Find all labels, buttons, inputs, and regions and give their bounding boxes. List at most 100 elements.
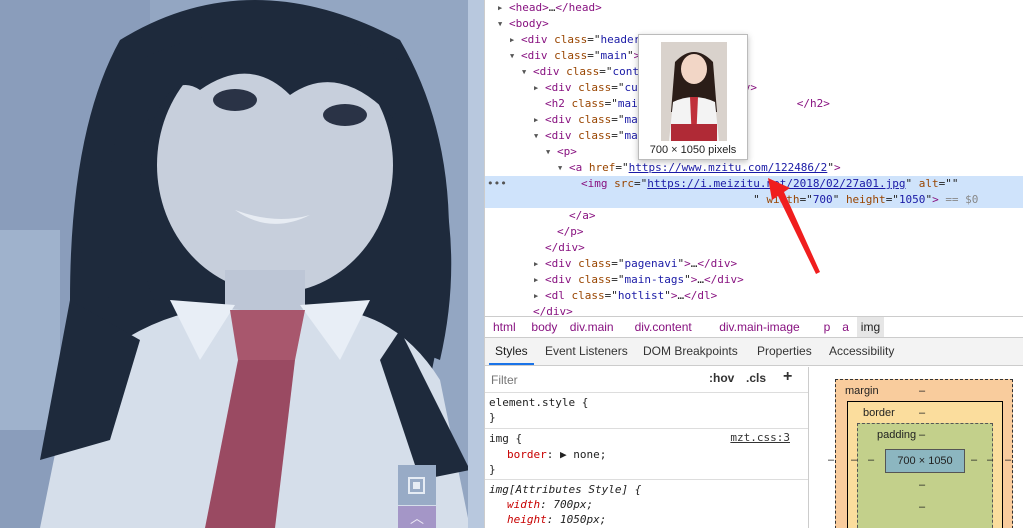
padding-top-value: – <box>919 429 926 441</box>
annotation-arrow <box>768 178 820 274</box>
border-value: ▶ none; <box>560 448 607 461</box>
collapse-arrow-icon[interactable]: ▼ <box>522 64 526 80</box>
image-preview-thumbnail <box>661 42 727 141</box>
dom-node-markup: <head>…</head> <box>509 1 602 14</box>
dom-node-markup: <div class="main"> <box>521 49 641 62</box>
breadcrumb-item[interactable]: a <box>838 317 853 337</box>
img-rule-close: } <box>489 463 496 476</box>
dom-node[interactable]: ▶ <div class="main-tags">…</div> <box>485 272 1023 288</box>
margin-top-value: – <box>919 385 926 397</box>
element-style-close: } <box>489 411 496 424</box>
breadcrumb: html body div.main div.content div.main-imag… <box>485 316 1023 338</box>
collapse-arrow-icon[interactable]: ▼ <box>534 128 538 144</box>
margin-right-value: – <box>1005 454 1012 466</box>
border-property: border <box>507 448 547 461</box>
img-rule-selector[interactable]: img { <box>489 431 522 446</box>
element-style-selector[interactable]: element.style { <box>489 395 588 410</box>
border-top-value: – <box>919 407 926 419</box>
img-rule-border-decl[interactable]: border: ▶ none; <box>507 447 606 462</box>
attributes-style-selector: img[Attributes Style] { <box>489 483 642 496</box>
styles-pane: :hov .cls + element.style { } img { mzt.… <box>485 367 809 528</box>
class-toggle[interactable]: .cls <box>746 371 766 385</box>
dom-node[interactable]: <h2 class="main-title"> </h2> <box>485 96 1023 112</box>
collapse-arrow-icon[interactable]: ▼ <box>558 160 562 176</box>
dom-node-markup: </a> <box>569 209 596 222</box>
expand-arrow-icon[interactable]: ▶ <box>534 288 538 304</box>
img-rule-source-link[interactable]: mzt.css:3 <box>730 431 790 444</box>
node-actions-ellipsis[interactable]: ••• <box>487 176 507 192</box>
hover-state-toggle[interactable]: :hov <box>709 371 734 385</box>
elements-dom-tree[interactable]: ▶ <head>…</head> ▼ <body> ▶ <div class="heade… <box>485 0 1023 316</box>
expand-arrow-icon[interactable]: ▶ <box>534 80 538 96</box>
box-model-content[interactable]: 700 × 1050 <box>885 449 965 473</box>
dom-node-markup: <div class="main-tags">…</div> <box>545 273 744 286</box>
dom-node[interactable]: ▶ <head>…</head> <box>485 0 1023 16</box>
dom-node-markup: <p> <box>557 145 577 158</box>
breadcrumb-item[interactable]: div.main-image <box>715 317 803 337</box>
margin-left-value: – <box>828 454 835 466</box>
dom-node-markup: </div> <box>545 241 585 254</box>
expand-arrow-icon[interactable]: ▶ <box>534 112 538 128</box>
dom-node[interactable]: ▼<div class="content"> <box>485 64 1023 80</box>
width-value: 700px; <box>553 498 594 511</box>
border-left-value: – <box>851 454 858 466</box>
dom-node[interactable]: ▶<div class="header">…</div> <box>485 32 1023 48</box>
breadcrumb-item[interactable]: img <box>856 317 885 337</box>
border-label: border <box>863 407 895 419</box>
tab-dom-breakpoints[interactable]: DOM Breakpoints <box>637 338 744 365</box>
collapse-arrow-icon[interactable]: ▼ <box>546 144 550 160</box>
dom-node[interactable]: </p> <box>485 224 1023 240</box>
expand-arrow-icon[interactable]: ▶ <box>534 256 538 272</box>
padding-left-value: – <box>868 454 875 466</box>
chevron-up-icon: ︿ <box>410 511 424 527</box>
page-side-strip <box>468 0 484 528</box>
qrcode-icon <box>408 477 425 494</box>
highlighted-photo <box>0 0 484 528</box>
height-value: 1050px; <box>560 513 607 526</box>
dom-node[interactable]: ▶<div class="main-meta">…</div> <box>485 112 1023 128</box>
expand-arrow-icon[interactable]: ▶ <box>510 32 514 48</box>
collapse-arrow-icon[interactable]: ▼ <box>510 48 514 64</box>
box-model-diagram: 700 × 1050 margin – border – padding – –… <box>825 367 1023 528</box>
qrcode-button[interactable] <box>398 465 436 505</box>
breadcrumb-item[interactable]: html <box>489 317 520 337</box>
height-property: height <box>507 513 547 526</box>
dom-node[interactable]: ▼ <p> <box>485 144 1023 160</box>
breadcrumb-item[interactable]: body <box>527 317 561 337</box>
dom-node[interactable]: </div> <box>485 240 1023 256</box>
padding-label: padding <box>877 429 917 441</box>
attr-height-decl: height: 1050px; <box>507 513 607 526</box>
tab-properties[interactable]: Properties <box>751 338 818 365</box>
dom-node-selected[interactable]: •••<img src="https://i.meizitu.net/2018/… <box>485 176 1023 208</box>
dom-node[interactable]: ▼ <a href="https://www.mzitu.com/122486/2… <box>485 160 1023 176</box>
breadcrumb-item[interactable]: div.main <box>566 317 618 337</box>
devtools-panel: ▶ <head>…</head> ▼ <body> ▶ <div class="heade… <box>484 0 1023 528</box>
collapse-arrow-icon[interactable]: ▼ <box>498 16 502 32</box>
dom-node[interactable]: ▶ <dl class="hotlist">…</dl> <box>485 288 1023 304</box>
dom-node[interactable]: ▼<div class="main-image"> <box>485 128 1023 144</box>
expand-arrow-icon[interactable]: ▶ <box>534 272 538 288</box>
dom-node[interactable]: </div> <box>485 304 1023 316</box>
breadcrumb-item[interactable]: p <box>820 317 835 337</box>
tab-event-listeners[interactable]: Event Listeners <box>539 338 634 365</box>
tab-styles[interactable]: Styles <box>489 338 534 365</box>
expand-arrow-icon[interactable]: ▶ <box>498 0 502 16</box>
dom-node-markup: </p> <box>557 225 584 238</box>
tab-accessibility[interactable]: Accessibility <box>823 338 900 365</box>
dom-node[interactable]: ▶<div class="currentpath">…</div> <box>485 80 1023 96</box>
dom-node[interactable]: </a> <box>485 208 1023 224</box>
border-right-value: – <box>987 454 994 466</box>
dom-node[interactable]: ▼ <body> <box>485 16 1023 32</box>
styles-filter-input[interactable] <box>489 370 699 390</box>
breadcrumb-item[interactable]: div.content <box>631 317 696 337</box>
sidebar-tab-bar: Styles Event Listeners DOM Breakpoints Prop… <box>485 338 1023 366</box>
new-rule-button[interactable]: + <box>783 368 792 386</box>
padding-bottom-value: – <box>919 479 926 491</box>
dom-node[interactable]: ▶ <div class="pagenavi">…</div> <box>485 256 1023 272</box>
inspected-page-viewport: ︿ <box>0 0 484 528</box>
dom-node[interactable]: ▼ <div class="main"> <box>485 48 1023 64</box>
dom-node-markup: <div class="pagenavi">…</div> <box>545 257 738 270</box>
dom-node-markup: </div> <box>533 305 573 316</box>
attr-width-decl: width: 700px; <box>507 498 594 511</box>
back-to-top-button[interactable]: ︿ <box>398 506 436 528</box>
